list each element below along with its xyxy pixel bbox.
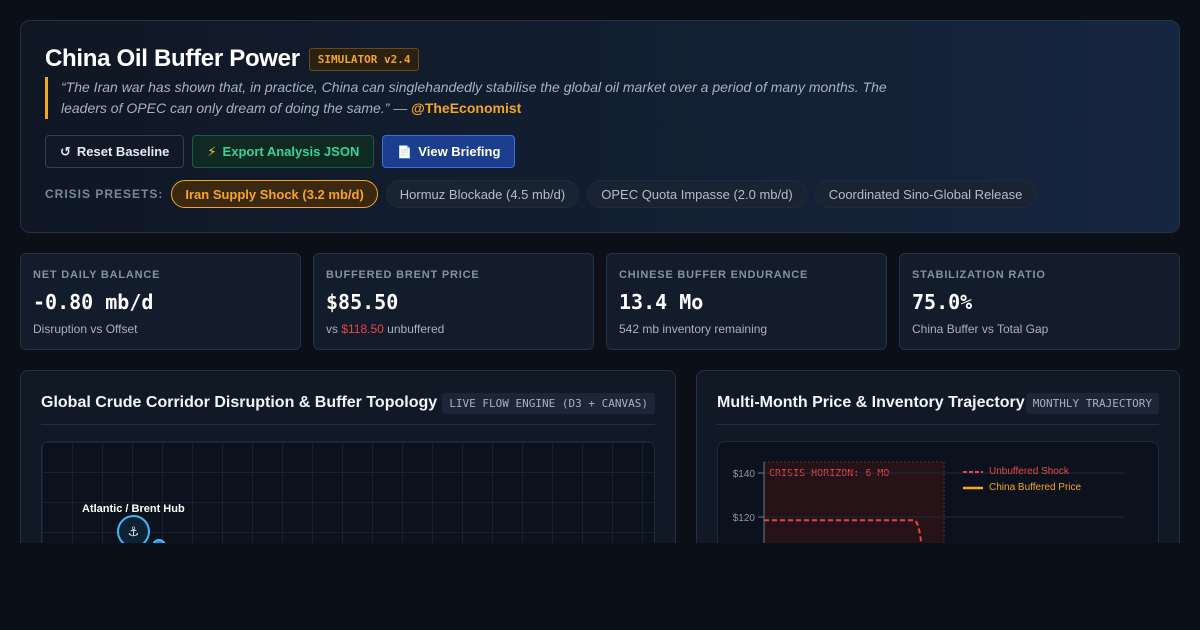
stat-card-brent-price: BUFFERED BRENT PRICE $85.50 vs $118.50 u… xyxy=(313,253,594,350)
panel-title: Multi-Month Price & Inventory Trajectory xyxy=(717,394,1025,411)
trajectory-panel: Multi-Month Price & Inventory Trajectory… xyxy=(696,370,1180,543)
flow-canvas[interactable]: Atlantic / Brent Hub ⚓ xyxy=(41,441,655,543)
trajectory-svg: CRISIS HORIZON: 6 MO$140$120 xyxy=(733,461,1124,543)
legend-unbuffered[interactable]: Unbuffered Shock xyxy=(963,466,1069,477)
document-icon: 📄 xyxy=(397,144,413,159)
trajectory-chart[interactable]: CRISIS HORIZON: 6 MO $140 $120 Unbuffered … xyxy=(717,441,1159,543)
stat-sub: 542 mb inventory remaining xyxy=(619,322,768,336)
app-viewport: China Oil Buffer Power SIMULATOR v2.4 “T… xyxy=(0,0,1200,543)
preset-chip-iran[interactable]: Iran Supply Shock (3.2 mb/d) xyxy=(171,180,378,208)
unbuffered-price: $118.50 xyxy=(341,322,384,336)
stat-sub-prefix: vs xyxy=(326,322,342,336)
panel-title: Global Crude Corridor Disruption & Buffe… xyxy=(41,394,438,411)
export-label: Export Analysis JSON xyxy=(222,144,360,159)
stat-value: 75.0% xyxy=(912,290,973,314)
stat-value: -0.80 mb/d xyxy=(33,290,154,314)
stat-value: 13.4 Mo xyxy=(619,290,704,314)
stat-sub: Disruption vs Offset xyxy=(33,322,138,336)
reset-baseline-button[interactable]: ↺ Reset Baseline xyxy=(45,135,185,168)
stat-value: $85.50 xyxy=(326,290,399,314)
stat-card-net-balance: NET DAILY BALANCE -0.80 mb/d Disruption … xyxy=(20,253,301,350)
app-title: China Oil Buffer Power xyxy=(45,45,300,72)
stat-sub: vs $118.50 unbuffered xyxy=(326,322,444,336)
stat-sub-suffix: unbuffered xyxy=(383,322,445,336)
legend-swatch-dashed xyxy=(963,470,983,473)
y-tick-label: $140 xyxy=(733,469,756,480)
hub-label: Atlantic / Brent Hub xyxy=(82,503,185,515)
stat-label: NET DAILY BALANCE xyxy=(33,269,161,281)
legend-label: Unbuffered Shock xyxy=(989,466,1069,477)
y-tick-label: $120 xyxy=(733,513,756,524)
stat-label: CHINESE BUFFER ENDURANCE xyxy=(619,269,809,281)
title-row: China Oil Buffer Power SIMULATOR v2.4 xyxy=(45,45,420,73)
anchor-icon[interactable]: ⚓ xyxy=(117,515,150,543)
version-badge: SIMULATOR v2.4 xyxy=(308,47,420,71)
lightning-icon: ⚡ xyxy=(207,143,217,159)
briefing-label: View Briefing xyxy=(418,144,501,159)
preset-chip-opec[interactable]: OPEC Quota Impasse (2.0 mb/d) xyxy=(587,180,807,208)
panel-tag: LIVE FLOW ENGINE (D3 + CANVAS) xyxy=(442,393,655,414)
export-json-button[interactable]: ⚡ Export Analysis JSON xyxy=(192,135,375,168)
panel-tag: MONTHLY TRAJECTORY xyxy=(1025,393,1159,414)
header-card: China Oil Buffer Power SIMULATOR v2.4 “T… xyxy=(20,20,1180,233)
crisis-presets: CRISIS PRESETS: Iran Supply Shock (3.2 m… xyxy=(45,180,1037,208)
quote-block: “The Iran war has shown that, in practic… xyxy=(45,77,905,119)
flow-topology-panel: Global Crude Corridor Disruption & Buffe… xyxy=(20,370,676,543)
legend-buffered[interactable]: China Buffered Price xyxy=(963,482,1081,493)
legend-label: China Buffered Price xyxy=(989,482,1082,493)
quote-handle-link[interactable]: @TheEconomist xyxy=(411,100,521,116)
stat-card-buffer-endurance: CHINESE BUFFER ENDURANCE 13.4 Mo 542 mb … xyxy=(606,253,887,350)
stat-label: BUFFERED BRENT PRICE xyxy=(326,269,480,281)
preset-chip-hormuz[interactable]: Hormuz Blockade (4.5 mb/d) xyxy=(385,180,580,208)
panel-divider xyxy=(41,424,655,425)
stat-card-stabilization: STABILIZATION RATIO 75.0% China Buffer v… xyxy=(899,253,1180,350)
stat-label: STABILIZATION RATIO xyxy=(912,269,1046,281)
action-buttons: ↺ Reset Baseline ⚡ Export Analysis JSON … xyxy=(45,135,516,168)
panel-divider xyxy=(717,424,1159,425)
presets-label: CRISIS PRESETS: xyxy=(45,187,164,201)
legend-swatch-solid xyxy=(963,486,983,489)
reset-icon: ↺ xyxy=(60,143,71,159)
preset-chip-coordinated[interactable]: Coordinated Sino-Global Release xyxy=(814,180,1037,208)
view-briefing-button[interactable]: 📄 View Briefing xyxy=(382,135,516,168)
stat-sub: China Buffer vs Total Gap xyxy=(912,322,1049,336)
reset-label: Reset Baseline xyxy=(76,144,170,159)
